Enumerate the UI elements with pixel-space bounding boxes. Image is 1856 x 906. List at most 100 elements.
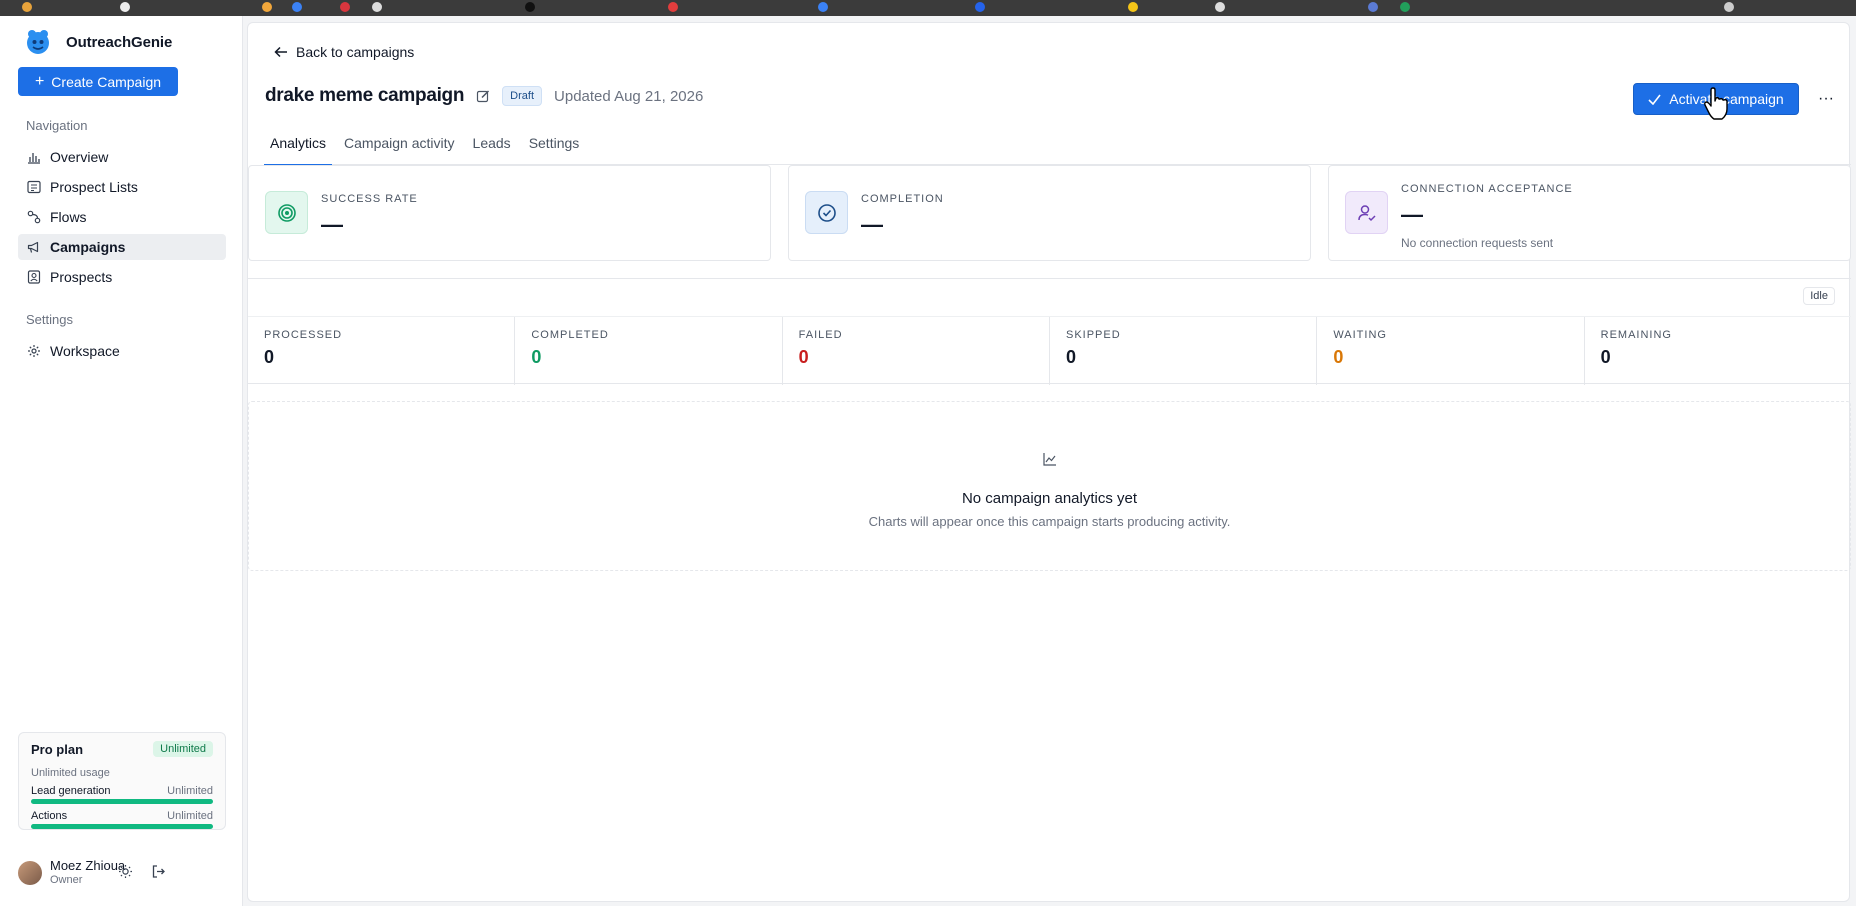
kpi-label: SUCCESS RATE xyxy=(321,193,418,205)
kpi-label: COMPLETION xyxy=(861,193,944,205)
arrow-left-icon xyxy=(274,46,287,58)
more-options-button[interactable]: ··· xyxy=(1815,87,1837,111)
sidebar-item-flows[interactable]: Flows xyxy=(18,204,226,230)
stat-label: COMPLETED xyxy=(531,329,609,341)
plan-card: Pro plan Unlimited Unlimited usage Lead … xyxy=(18,732,226,830)
stat-value: 0 xyxy=(531,347,542,367)
bookmark-icon[interactable] xyxy=(818,2,828,12)
bookmark-icon[interactable] xyxy=(372,2,382,12)
browser-bookmarks-strip xyxy=(0,0,1856,16)
flow-icon xyxy=(27,210,41,224)
sidebar-item-label: Overview xyxy=(50,149,109,165)
sidebar-item-overview[interactable]: Overview xyxy=(18,144,226,170)
navigation-heading: Navigation xyxy=(26,118,88,133)
tab-leads[interactable]: Leads xyxy=(467,135,517,165)
bar-chart-icon xyxy=(28,153,40,164)
processing-stats: Idle PROCESSED 0 COMPLETED 0 FAILED 0 SK… xyxy=(248,278,1851,385)
sidebar-item-prospect-lists[interactable]: Prospect Lists xyxy=(18,174,226,200)
kpi-success-rate: SUCCESS RATE — xyxy=(248,165,771,261)
main-panel: Back to campaigns drake meme campaign Dr… xyxy=(247,22,1851,902)
bookmark-icon[interactable] xyxy=(22,2,32,12)
list-icon xyxy=(27,180,41,194)
tab-campaign-activity[interactable]: Campaign activity xyxy=(338,135,461,165)
app-name: OutreachGenie xyxy=(66,33,173,51)
back-label: Back to campaigns xyxy=(296,44,415,60)
stat-value: 0 xyxy=(798,347,809,367)
bookmark-icon[interactable] xyxy=(340,2,350,12)
plus-icon: + xyxy=(34,72,45,90)
stat-waiting: WAITING 0 xyxy=(1317,317,1585,385)
stat-label: PROCESSED xyxy=(264,329,343,341)
bookmark-icon[interactable] xyxy=(1215,2,1225,12)
user-profile[interactable]: Moez Zhioua Owner xyxy=(18,858,125,887)
edit-icon[interactable] xyxy=(476,89,490,103)
sidebar: OutreachGenie + Create Campaign Navigati… xyxy=(0,16,243,906)
sidebar-item-campaigns[interactable]: Campaigns xyxy=(18,234,226,260)
sidebar-item-label: Workspace xyxy=(50,343,120,359)
stat-value: 0 xyxy=(264,347,275,367)
sidebar-item-label: Flows xyxy=(50,209,87,225)
sidebar-item-label: Prospect Lists xyxy=(50,179,138,195)
updated-timestamp: Updated Aug 21, 2026 xyxy=(554,87,704,105)
stat-completed: COMPLETED 0 xyxy=(515,317,783,385)
kpi-label: CONNECTION ACCEPTANCE xyxy=(1401,183,1573,195)
usage-row: Lead generation Unlimited xyxy=(31,785,213,797)
user-check-icon xyxy=(1345,191,1388,234)
hand-cursor-icon xyxy=(1704,87,1728,120)
kpi-note: No connection requests sent xyxy=(1401,236,1554,250)
bookmark-icon[interactable] xyxy=(668,2,678,12)
plan-title: Pro plan xyxy=(31,741,84,757)
status-badge: Draft xyxy=(502,86,543,106)
genie-logo-icon xyxy=(27,30,49,54)
brand[interactable]: OutreachGenie xyxy=(24,28,172,56)
usage-label: Actions xyxy=(31,810,68,822)
back-link[interactable]: Back to campaigns xyxy=(274,44,414,60)
usage-label: Lead generation xyxy=(31,785,111,797)
sidebar-item-prospects[interactable]: Prospects xyxy=(18,264,226,290)
bookmark-icon[interactable] xyxy=(1128,2,1138,12)
empty-state-title: No campaign analytics yet xyxy=(961,490,1138,507)
sidebar-item-workspace[interactable]: Workspace xyxy=(18,338,226,364)
plan-badge: Unlimited xyxy=(153,741,213,757)
bookmark-icon[interactable] xyxy=(1724,2,1734,12)
create-campaign-label: Create Campaign xyxy=(51,73,162,90)
stat-value: 0 xyxy=(1065,347,1076,367)
stat-processed: PROCESSED 0 xyxy=(248,317,516,385)
bookmark-icon[interactable] xyxy=(1400,2,1410,12)
sidebar-item-label: Prospects xyxy=(50,269,113,285)
line-chart-icon xyxy=(1043,453,1056,466)
bookmark-icon[interactable] xyxy=(262,2,272,12)
tab-settings[interactable]: Settings xyxy=(523,135,586,165)
settings-heading: Settings xyxy=(26,312,73,327)
sun-icon[interactable] xyxy=(118,864,133,879)
stat-label: FAILED xyxy=(798,329,843,341)
bookmark-icon[interactable] xyxy=(1368,2,1378,12)
check-circle-icon xyxy=(805,191,848,234)
gear-icon xyxy=(28,345,40,357)
kpi-value: — xyxy=(861,212,883,237)
create-campaign-button[interactable]: + Create Campaign xyxy=(18,67,178,96)
stat-label: WAITING xyxy=(1333,329,1387,341)
check-icon xyxy=(1648,94,1661,105)
empty-state-subtitle: Charts will appear once this campaign st… xyxy=(868,514,1231,529)
tab-analytics[interactable]: Analytics xyxy=(264,135,333,166)
stat-label: SKIPPED xyxy=(1065,329,1121,341)
usage-value: Unlimited xyxy=(167,810,213,822)
avatar xyxy=(18,860,42,885)
stat-failed: FAILED 0 xyxy=(783,317,1050,385)
megaphone-icon xyxy=(27,241,39,253)
stat-value: 0 xyxy=(1600,347,1611,367)
bookmark-icon[interactable] xyxy=(525,2,535,12)
logout-icon[interactable] xyxy=(151,864,166,879)
bookmark-icon[interactable] xyxy=(120,2,130,12)
usage-value: Unlimited xyxy=(167,785,213,797)
contact-icon xyxy=(27,270,41,284)
sidebar-item-label: Campaigns xyxy=(50,239,126,255)
target-icon xyxy=(265,191,308,234)
bookmark-icon[interactable] xyxy=(975,2,985,12)
stat-label: REMAINING xyxy=(1600,329,1672,341)
bookmark-icon[interactable] xyxy=(292,2,302,12)
stat-value: 0 xyxy=(1333,347,1344,367)
tabs: Analytics Campaign activity Leads Settin… xyxy=(264,135,1851,166)
stat-skipped: SKIPPED 0 xyxy=(1050,317,1318,385)
